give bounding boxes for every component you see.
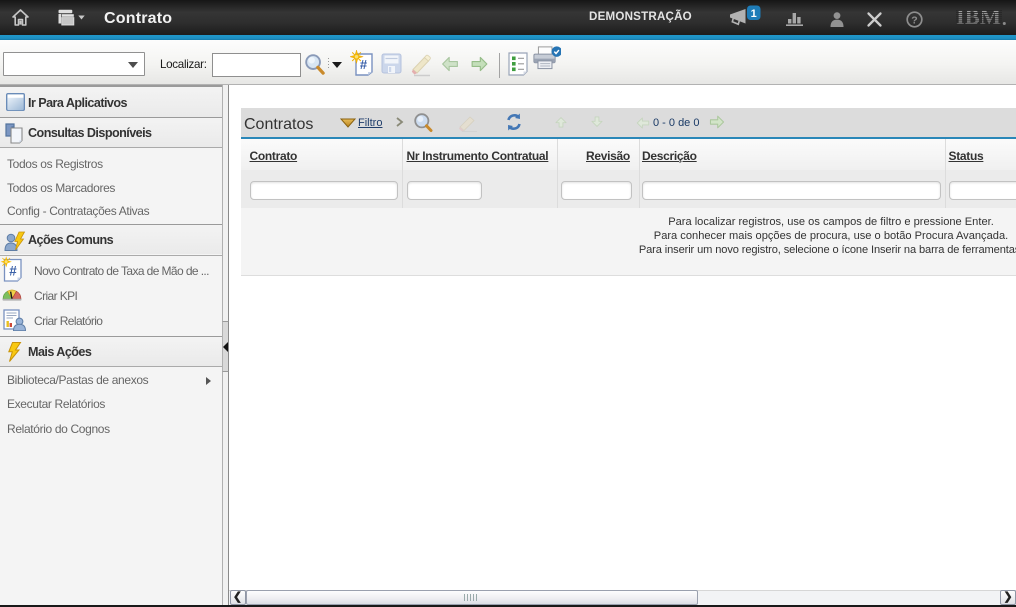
svg-text:1: 1 <box>751 8 757 20</box>
svg-text:#: # <box>9 264 17 279</box>
svg-text:#: # <box>360 57 368 72</box>
svg-text:?: ? <box>911 14 917 26</box>
